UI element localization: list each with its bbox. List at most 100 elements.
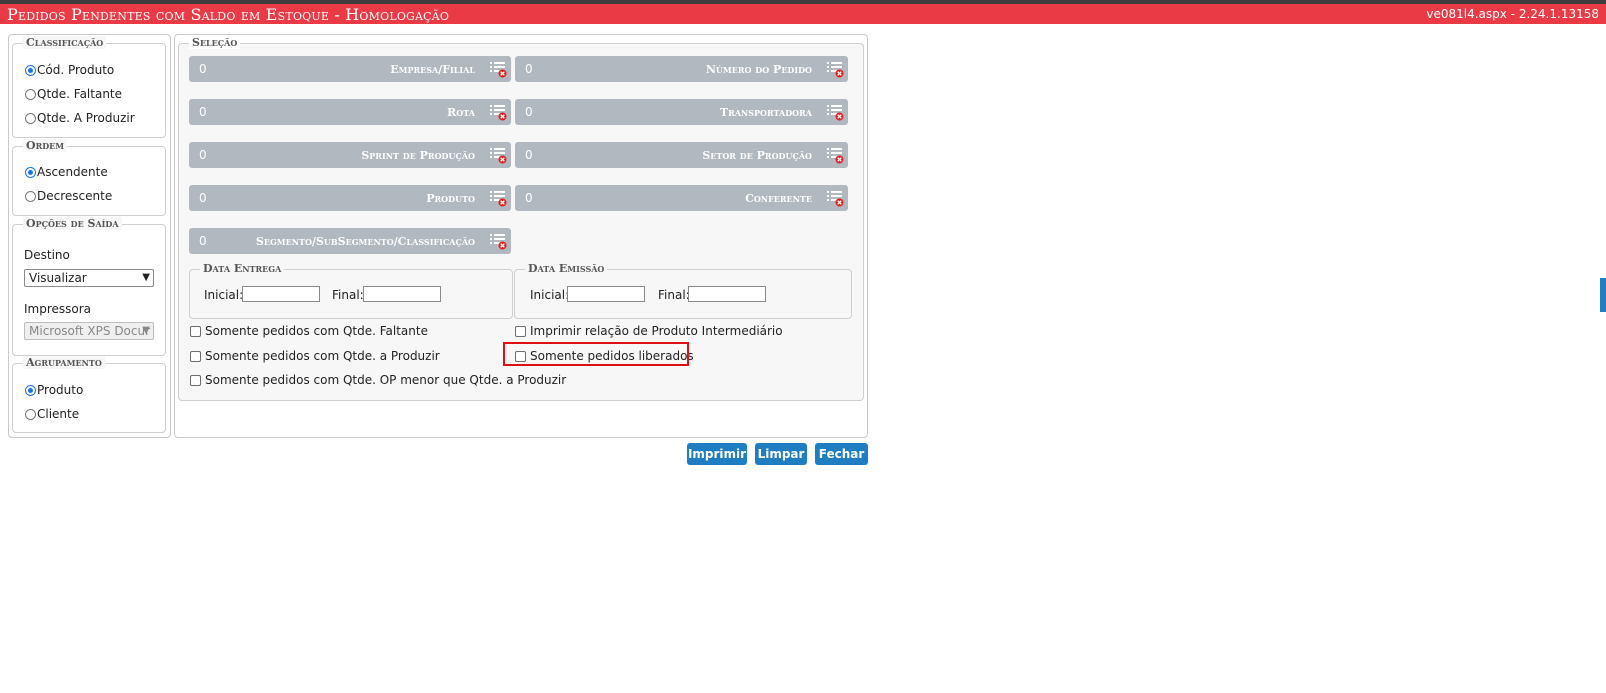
radio-label: Cliente bbox=[37, 407, 80, 421]
version-label: ve081l4.aspx - 2.24.1.13158 bbox=[1426, 7, 1599, 21]
options-panel: Classificação Cód. Produto Qtde. Faltant… bbox=[8, 34, 171, 438]
checkbox[interactable] bbox=[190, 325, 201, 337]
radio-label: Qtde. Faltante bbox=[37, 87, 123, 101]
impressora-label: Impressora bbox=[24, 302, 92, 316]
list-clear-icon[interactable] bbox=[489, 103, 507, 121]
data-entrega-final-input[interactable] bbox=[363, 286, 441, 302]
filter-count: 0 bbox=[525, 191, 533, 205]
list-clear-icon[interactable] bbox=[826, 189, 844, 207]
data-entrega-inicial-input[interactable] bbox=[242, 286, 320, 302]
data-emissao-final-label: Final: bbox=[658, 288, 690, 302]
filter-count: 0 bbox=[199, 62, 207, 76]
list-clear-icon[interactable] bbox=[489, 60, 507, 78]
checkbox-imprimir-produto-intermediario[interactable]: Imprimir relação de Produto Intermediári… bbox=[515, 324, 783, 338]
checkbox[interactable] bbox=[190, 374, 201, 386]
highlight-box bbox=[503, 342, 689, 366]
filter-count: 0 bbox=[199, 148, 207, 162]
filter-label: Número do Pedido bbox=[705, 63, 812, 76]
limpar-button[interactable]: Limpar bbox=[755, 443, 807, 465]
radio-button[interactable] bbox=[25, 112, 36, 124]
data-emissao-inicial-input[interactable] bbox=[567, 286, 645, 302]
impressora-value: Microsoft XPS Docur bbox=[29, 324, 151, 338]
filter-sprint-producao[interactable]: 0 Sprint de Produção bbox=[189, 142, 511, 168]
filter-produto[interactable]: 0 Produto bbox=[189, 185, 511, 211]
radio-produto[interactable]: Produto bbox=[25, 383, 83, 397]
filter-label: Segmento/SubSegmento/Classificação bbox=[255, 235, 475, 248]
impressora-select: Microsoft XPS Docur ▼ bbox=[24, 322, 154, 340]
filter-conferente[interactable]: 0 Conferente bbox=[515, 185, 848, 211]
scroll-edge-indicator bbox=[1600, 278, 1606, 312]
selecao-legend: Seleção bbox=[189, 36, 241, 49]
chevron-down-icon: ▼ bbox=[142, 272, 150, 283]
filter-label: Setor de Produção bbox=[702, 149, 812, 162]
filter-count: 0 bbox=[525, 62, 533, 76]
list-clear-icon[interactable] bbox=[489, 232, 507, 250]
radio-qtde-a-produzir[interactable]: Qtde. A Produzir bbox=[25, 111, 135, 125]
data-entrega-legend: Data Entrega bbox=[200, 262, 285, 275]
destino-value: Visualizar bbox=[29, 271, 87, 285]
filter-label: Conferente bbox=[745, 192, 812, 205]
radio-label: Decrescente bbox=[37, 189, 113, 203]
checkbox[interactable] bbox=[515, 325, 526, 337]
filter-label: Sprint de Produção bbox=[361, 149, 475, 162]
radio-qtde-faltante[interactable]: Qtde. Faltante bbox=[25, 87, 122, 101]
opcoes-saida-legend: Opções de Saída bbox=[23, 217, 122, 230]
filter-transportadora[interactable]: 0 Transportadora bbox=[515, 99, 848, 125]
radio-button[interactable] bbox=[25, 384, 36, 396]
filter-count: 0 bbox=[525, 105, 533, 119]
data-emissao-legend: Data Emissão bbox=[525, 262, 608, 275]
ordem-group: Ordem Ascendente Decrescente bbox=[12, 139, 166, 216]
filter-setor-producao[interactable]: 0 Setor de Produção bbox=[515, 142, 848, 168]
filter-count: 0 bbox=[199, 191, 207, 205]
list-clear-icon[interactable] bbox=[826, 103, 844, 121]
checkbox-label: Somente pedidos com Qtde. Faltante bbox=[205, 324, 428, 338]
chevron-down-icon: ▼ bbox=[142, 325, 150, 336]
radio-cod-produto[interactable]: Cód. Produto bbox=[25, 63, 114, 77]
data-emissao-final-input[interactable] bbox=[688, 286, 766, 302]
classificacao-legend: Classificação bbox=[23, 36, 107, 49]
checkbox-qtde-faltante[interactable]: Somente pedidos com Qtde. Faltante bbox=[190, 324, 428, 338]
filter-empresa-filial[interactable]: 0 Empresa/Filial bbox=[189, 56, 511, 82]
filter-segmento[interactable]: 0 Segmento/SubSegmento/Classificação bbox=[189, 228, 511, 254]
radio-button[interactable] bbox=[25, 190, 36, 202]
data-entrega-final-label: Final: bbox=[332, 288, 364, 302]
filter-label: Empresa/Filial bbox=[390, 63, 475, 76]
radio-cliente[interactable]: Cliente bbox=[25, 407, 79, 421]
radio-ascendente[interactable]: Ascendente bbox=[25, 165, 108, 179]
classificacao-group: Classificação Cód. Produto Qtde. Faltant… bbox=[12, 36, 166, 138]
agrupamento-legend: Agrupamento bbox=[23, 356, 105, 369]
filter-count: 0 bbox=[525, 148, 533, 162]
radio-label: Ascendente bbox=[37, 165, 108, 179]
list-clear-icon[interactable] bbox=[826, 146, 844, 164]
list-clear-icon[interactable] bbox=[489, 146, 507, 164]
title-bar: Pedidos Pendentes com Saldo em Estoque -… bbox=[0, 4, 1606, 24]
filter-label: Rota bbox=[447, 106, 475, 119]
radio-button[interactable] bbox=[25, 64, 36, 76]
radio-label: Cód. Produto bbox=[37, 63, 115, 77]
destino-select[interactable]: Visualizar ▼ bbox=[24, 269, 154, 287]
filter-label: Transportadora bbox=[719, 106, 812, 119]
fechar-button[interactable]: Fechar bbox=[815, 443, 868, 465]
list-clear-icon[interactable] bbox=[826, 60, 844, 78]
checkbox-label: Somente pedidos com Qtde. OP menor que Q… bbox=[205, 373, 567, 387]
page-title: Pedidos Pendentes com Saldo em Estoque -… bbox=[7, 5, 450, 24]
checkbox[interactable] bbox=[190, 350, 201, 362]
data-emissao-inicial-label: Inicial: bbox=[530, 288, 570, 302]
destino-label: Destino bbox=[24, 248, 70, 262]
radio-button[interactable] bbox=[25, 166, 36, 178]
filter-label: Produto bbox=[426, 192, 475, 205]
checkbox-label: Somente pedidos com Qtde. a Produzir bbox=[205, 349, 440, 363]
radio-decrescente[interactable]: Decrescente bbox=[25, 189, 112, 203]
radio-button[interactable] bbox=[25, 88, 36, 100]
checkbox-qtde-a-produzir[interactable]: Somente pedidos com Qtde. a Produzir bbox=[190, 349, 440, 363]
filter-count: 0 bbox=[199, 234, 207, 248]
radio-label: Qtde. A Produzir bbox=[37, 111, 135, 125]
checkbox-label: Imprimir relação de Produto Intermediári… bbox=[530, 324, 783, 338]
checkbox-qtde-op-menor[interactable]: Somente pedidos com Qtde. OP menor que Q… bbox=[190, 373, 566, 387]
list-clear-icon[interactable] bbox=[489, 189, 507, 207]
radio-button[interactable] bbox=[25, 408, 36, 420]
filter-numero-pedido[interactable]: 0 Número do Pedido bbox=[515, 56, 848, 82]
filter-rota[interactable]: 0 Rota bbox=[189, 99, 511, 125]
imprimir-button[interactable]: Imprimir bbox=[687, 443, 747, 465]
agrupamento-group: Agrupamento Produto Cliente bbox=[12, 356, 166, 433]
